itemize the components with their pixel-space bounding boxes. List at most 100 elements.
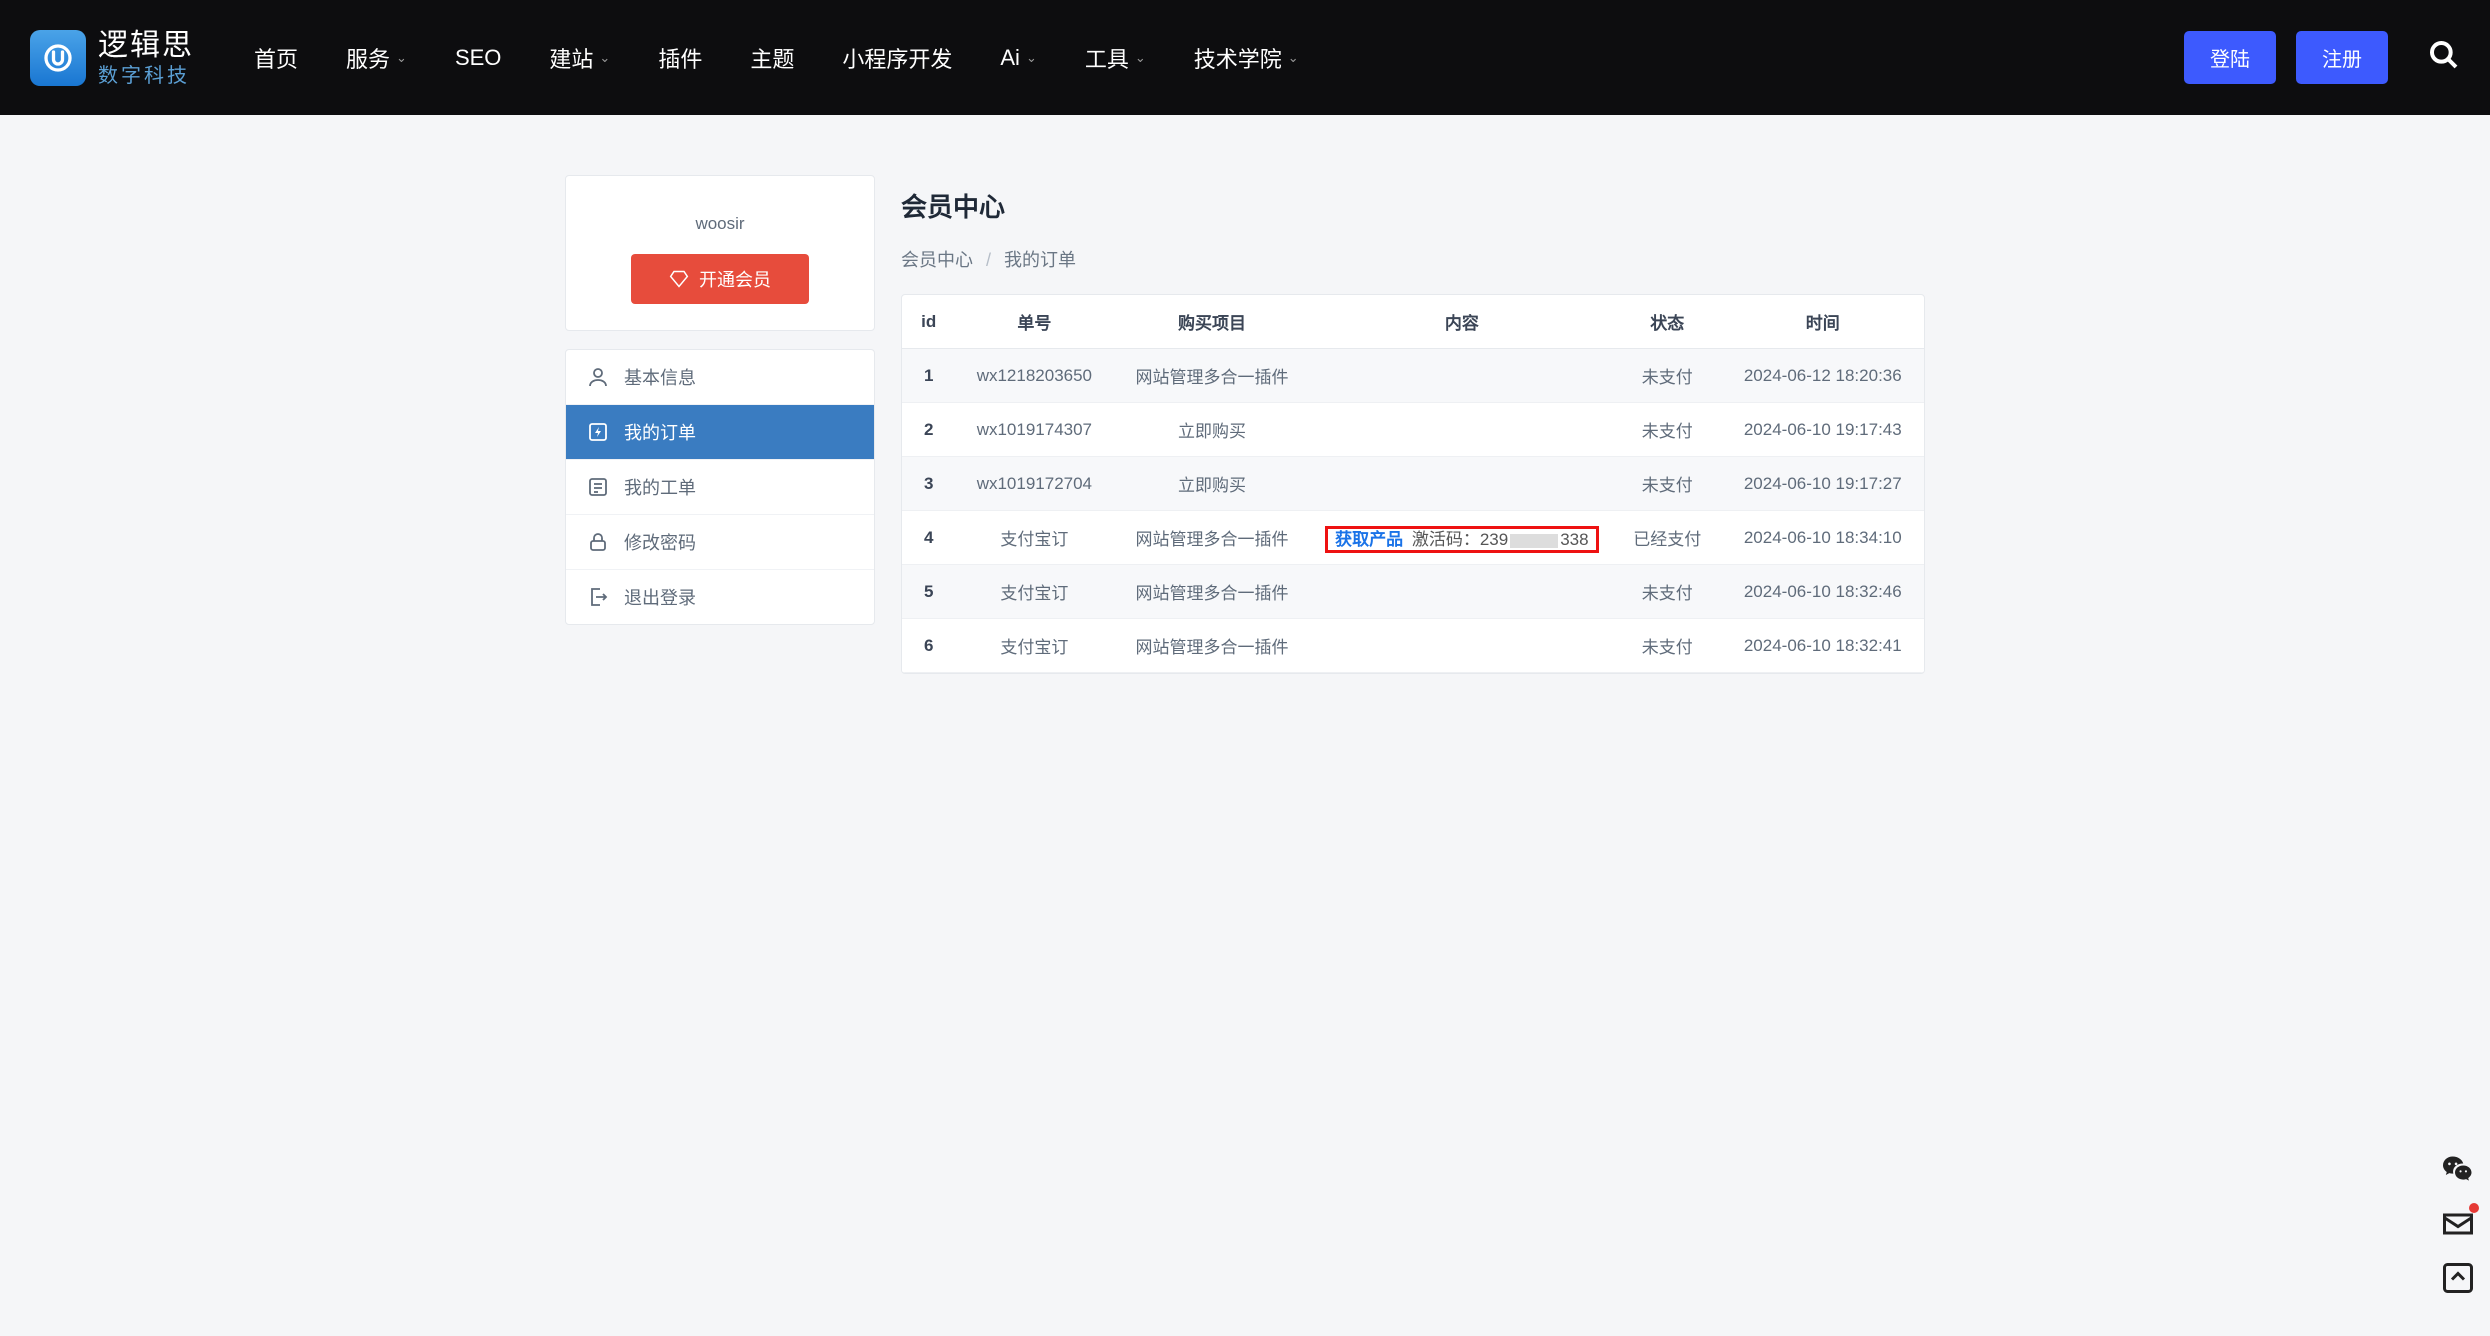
cell-status: 已经支付: [1613, 511, 1722, 565]
sidebar-menu-item[interactable]: 修改密码: [566, 515, 874, 570]
table-row: 6支付宝订网站管理多合一插件未支付2024-06-10 18:32:41: [902, 619, 1924, 673]
cell-status: 未支付: [1613, 349, 1722, 403]
cell-content: [1311, 349, 1613, 403]
cell-id: 5: [902, 565, 955, 619]
logo-icon: [30, 30, 86, 86]
nav-item[interactable]: Ai⌄: [1000, 45, 1036, 71]
cell-project: 网站管理多合一插件: [1113, 349, 1310, 403]
table-header: 单号: [955, 295, 1113, 349]
username-label: woosir: [588, 214, 852, 234]
sidebar: woosir 开通会员 基本信息我的订单我的工单修改密码退出登录: [565, 175, 875, 674]
cell-order-no: 支付宝订: [955, 565, 1113, 619]
table-row: 2wx1019174307立即购买未支付2024-06-10 19:17:43: [902, 403, 1924, 457]
menu-item-label: 基本信息: [624, 364, 696, 390]
nav-item[interactable]: 首页: [254, 42, 298, 74]
menu-item-label: 我的工单: [624, 474, 696, 500]
cell-time: 2024-06-10 19:17:27: [1722, 457, 1924, 511]
logo-main-text: 逻辑思: [98, 28, 194, 64]
open-vip-button[interactable]: 开通会员: [631, 254, 809, 304]
breadcrumb-current: 我的订单: [1004, 250, 1076, 270]
cell-project: 网站管理多合一插件: [1113, 565, 1310, 619]
floating-widgets: [2440, 1152, 2476, 1296]
search-icon[interactable]: [2428, 39, 2460, 76]
nav-item[interactable]: 技术学院⌄: [1194, 42, 1299, 74]
wechat-icon[interactable]: [2440, 1152, 2476, 1188]
table-header: 状态: [1613, 295, 1722, 349]
cell-project: 立即购买: [1113, 457, 1310, 511]
table-header: 时间: [1722, 295, 1924, 349]
table-row: 3wx1019172704立即购买未支付2024-06-10 19:17:27: [902, 457, 1924, 511]
breadcrumb-separator: /: [986, 250, 991, 270]
chevron-down-icon: ⌄: [1288, 50, 1299, 66]
chevron-down-icon: ⌄: [599, 50, 610, 66]
sidebar-menu-item[interactable]: 退出登录: [566, 570, 874, 624]
cell-time: 2024-06-10 19:17:43: [1722, 403, 1924, 457]
header-actions: 登陆 注册: [2184, 31, 2460, 84]
cell-project: 立即购买: [1113, 403, 1310, 457]
vip-button-label: 开通会员: [699, 266, 771, 292]
main-nav: 首页 服务⌄ SEO 建站⌄ 插件 主题 小程序开发 Ai⌄ 工具⌄ 技术学院⌄: [254, 42, 2184, 74]
cell-status: 未支付: [1613, 403, 1722, 457]
scroll-top-icon[interactable]: [2440, 1260, 2476, 1296]
main-content: 会员中心 会员中心 / 我的订单 id单号购买项目内容状态时间 1wx12182…: [901, 175, 1925, 674]
cell-time: 2024-06-10 18:34:10: [1722, 511, 1924, 565]
menu-item-label: 我的订单: [624, 419, 696, 445]
nav-item[interactable]: 工具⌄: [1085, 42, 1146, 74]
table-row: 5支付宝订网站管理多合一插件未支付2024-06-10 18:32:46: [902, 565, 1924, 619]
register-button[interactable]: 注册: [2296, 31, 2388, 84]
lock-icon: [586, 530, 610, 554]
table-header: 购买项目: [1113, 295, 1310, 349]
nav-item[interactable]: 服务⌄: [346, 42, 407, 74]
get-product-link[interactable]: 获取产品: [1335, 530, 1403, 549]
nav-item[interactable]: 主题: [750, 42, 794, 74]
breadcrumb: 会员中心 / 我的订单: [901, 246, 1925, 272]
cell-project: 网站管理多合一插件: [1113, 511, 1310, 565]
top-header: 逻辑思 数字科技 首页 服务⌄ SEO 建站⌄ 插件 主题 小程序开发 Ai⌄ 工具⌄ 技术学院⌄…: [0, 0, 2490, 115]
diamond-icon: [669, 269, 689, 289]
cell-order-no: wx1218203650: [955, 349, 1113, 403]
cell-content: [1311, 403, 1613, 457]
ticket-icon: [586, 475, 610, 499]
user-icon: [586, 365, 610, 389]
chevron-down-icon: ⌄: [1026, 50, 1037, 66]
sidebar-menu-item[interactable]: 我的订单: [566, 405, 874, 460]
cell-id: 3: [902, 457, 955, 511]
user-card: woosir 开通会员: [565, 175, 875, 331]
chevron-down-icon: ⌄: [396, 50, 407, 66]
cell-content: [1311, 457, 1613, 511]
sidebar-menu-item[interactable]: 基本信息: [566, 350, 874, 405]
activation-code: 激活码：239338: [1407, 530, 1588, 549]
cell-id: 4: [902, 511, 955, 565]
logo-sub-text: 数字科技: [98, 64, 194, 88]
sidebar-menu: 基本信息我的订单我的工单修改密码退出登录: [565, 349, 875, 625]
mail-icon[interactable]: [2440, 1206, 2476, 1242]
page-title: 会员中心: [901, 175, 1925, 224]
login-button[interactable]: 登陆: [2184, 31, 2276, 84]
cell-content: [1311, 619, 1613, 673]
cell-content: [1311, 565, 1613, 619]
nav-item[interactable]: 小程序开发: [842, 42, 952, 74]
nav-item[interactable]: 插件: [658, 42, 702, 74]
cell-status: 未支付: [1613, 457, 1722, 511]
cell-order-no: 支付宝订: [955, 511, 1113, 565]
cell-order-no: 支付宝订: [955, 619, 1113, 673]
nav-item[interactable]: 建站⌄: [549, 42, 610, 74]
chevron-down-icon: ⌄: [1135, 50, 1146, 66]
orders-table: id单号购买项目内容状态时间 1wx1218203650网站管理多合一插件未支付…: [902, 295, 1924, 673]
breadcrumb-root[interactable]: 会员中心: [901, 250, 973, 270]
cell-id: 1: [902, 349, 955, 403]
cell-time: 2024-06-12 18:20:36: [1722, 349, 1924, 403]
cell-id: 6: [902, 619, 955, 673]
cell-project: 网站管理多合一插件: [1113, 619, 1310, 673]
menu-item-label: 修改密码: [624, 529, 696, 555]
orders-table-card: id单号购买项目内容状态时间 1wx1218203650网站管理多合一插件未支付…: [901, 294, 1925, 674]
logo[interactable]: 逻辑思 数字科技: [30, 28, 194, 88]
cell-time: 2024-06-10 18:32:46: [1722, 565, 1924, 619]
sidebar-menu-item[interactable]: 我的工单: [566, 460, 874, 515]
nav-item[interactable]: SEO: [455, 45, 501, 71]
masked-code-icon: [1510, 534, 1558, 548]
cell-order-no: wx1019174307: [955, 403, 1113, 457]
table-row: 4支付宝订网站管理多合一插件 获取产品 激活码：239338 已经支付2024-06…: [902, 511, 1924, 565]
bolt-icon: [586, 420, 610, 444]
table-header: 内容: [1311, 295, 1613, 349]
